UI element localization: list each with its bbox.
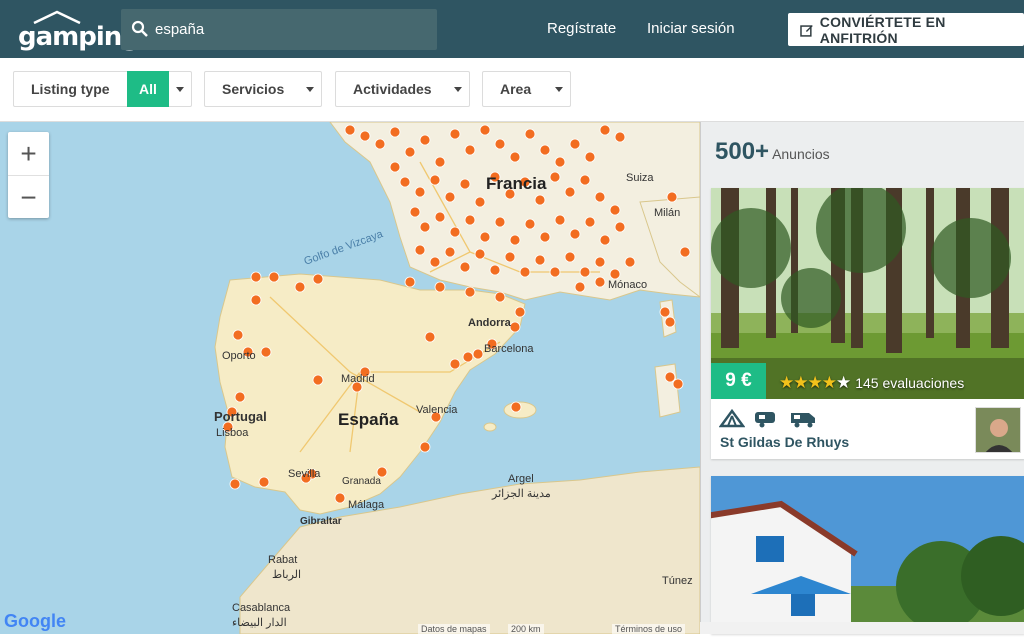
results-count-number: 500+ xyxy=(715,138,770,165)
become-host-label: CONVIÉRTETE EN ANFITRIÓN xyxy=(819,13,946,46)
map-label-lisboa: Lisboa xyxy=(216,427,249,439)
google-logo: Google xyxy=(4,611,66,631)
results-count: 500+ Anuncios xyxy=(715,138,830,166)
listing-price: 9 € xyxy=(711,363,766,399)
host-avatar-image xyxy=(976,408,1020,452)
listing-type-filter[interactable]: Listing type All xyxy=(13,71,192,107)
map-label-barcelona: Barcelona xyxy=(484,343,534,355)
top-bar: gamping Regístrate Iniciar sesión CONVIÉ… xyxy=(0,0,1024,58)
listing-card[interactable] xyxy=(705,476,1024,634)
map-label-madrid: Madrid xyxy=(341,373,375,385)
house-photo xyxy=(705,476,1024,634)
map-label-espana: España xyxy=(338,410,399,429)
filter-bar: Listing type All Servicios Actividades A… xyxy=(0,58,1024,122)
listing-type-all-pill[interactable]: All xyxy=(127,71,169,107)
listing-place[interactable]: St Gildas De Rhuys xyxy=(720,434,849,450)
area-filter[interactable]: Area xyxy=(482,71,571,107)
tent-icon xyxy=(719,408,745,428)
zoom-controls: + − xyxy=(8,132,49,218)
gamping-logo[interactable]: gamping xyxy=(18,10,140,52)
chevron-down-icon xyxy=(555,87,563,92)
listing-reviews: 145 evaluaciones xyxy=(855,375,965,391)
map-label-rabat-arabic: الرباط xyxy=(272,569,302,581)
map-label-tunez: Túnez xyxy=(662,575,693,587)
search-icon xyxy=(131,20,148,37)
login-link[interactable]: Iniciar sesión xyxy=(647,20,735,37)
search-box[interactable] xyxy=(121,9,437,50)
zoom-in-button[interactable]: + xyxy=(8,132,49,175)
zoom-out-button[interactable]: − xyxy=(8,176,49,219)
map-label-granada: Granada xyxy=(342,476,381,487)
map-label-argel-arabic: مدينة الجزائر xyxy=(492,488,551,500)
map-label-gibraltar: Gibraltar xyxy=(300,516,342,527)
register-link[interactable]: Regístrate xyxy=(547,20,616,37)
search-input[interactable] xyxy=(155,9,425,50)
camper-icon xyxy=(791,413,815,428)
map-label-sevilla: Sevilla xyxy=(288,468,321,480)
chevron-down-icon xyxy=(306,87,314,92)
map-label-casablanca: Casablanca xyxy=(232,602,291,614)
activities-filter[interactable]: Actividades xyxy=(335,71,470,107)
chevron-down-icon xyxy=(454,87,462,92)
map-label-oporto: Oporto xyxy=(222,350,256,362)
results-count-label: Anuncios xyxy=(772,146,830,162)
map-label-milan: Milán xyxy=(654,207,681,219)
edit-icon xyxy=(800,24,813,37)
horizontal-scrollbar[interactable] xyxy=(700,622,1024,634)
services-label: Servicios xyxy=(222,81,285,97)
map-data-link[interactable]: Datos de mapas xyxy=(418,624,490,634)
map-label-casablanca-arabic: الدار البيضاء xyxy=(232,617,287,629)
map-label-suiza: Suiza xyxy=(626,172,654,184)
activities-label: Actividades xyxy=(353,81,432,97)
map-scale: 200 km xyxy=(508,624,544,634)
map-label-france: Francia xyxy=(486,174,547,193)
listing-photo[interactable]: 9 € ★★★★★ 145 evaluaciones xyxy=(711,188,1024,399)
map-label-rabat: Rabat xyxy=(268,554,298,566)
star-rating-icon: ★★★★★ xyxy=(779,373,851,392)
map-label-valencia: Valencia xyxy=(416,404,458,416)
host-avatar[interactable] xyxy=(975,407,1021,453)
area-label: Area xyxy=(500,81,532,97)
map-label-portugal: Portugal xyxy=(214,409,267,424)
map-label-argel: Argel xyxy=(508,473,534,485)
results-panel: 500+ Anuncios 9 € ★★★★★ 145 evaluaciones… xyxy=(700,122,1024,634)
map-label-andorra: Andorra xyxy=(468,317,511,329)
map[interactable]: + − Francia Suiza Milán Golfo de Vizcaya… xyxy=(0,122,700,634)
become-host-button[interactable]: CONVIÉRTETE EN ANFITRIÓN xyxy=(788,13,1024,46)
map-label-monaco: Mónaco xyxy=(608,279,648,291)
listing-card[interactable]: 9 € ★★★★★ 145 evaluaciones St Gildas De … xyxy=(711,188,1024,459)
listing-rating: ★★★★★ 145 evaluaciones xyxy=(779,373,964,393)
listing-type-label: Listing type xyxy=(31,81,110,97)
map-terms-link[interactable]: Términos de uso xyxy=(612,624,686,634)
caravan-icon xyxy=(755,412,775,428)
chevron-down-icon xyxy=(176,87,184,92)
map-label-malaga: Málaga xyxy=(348,499,385,511)
services-filter[interactable]: Servicios xyxy=(204,71,322,107)
